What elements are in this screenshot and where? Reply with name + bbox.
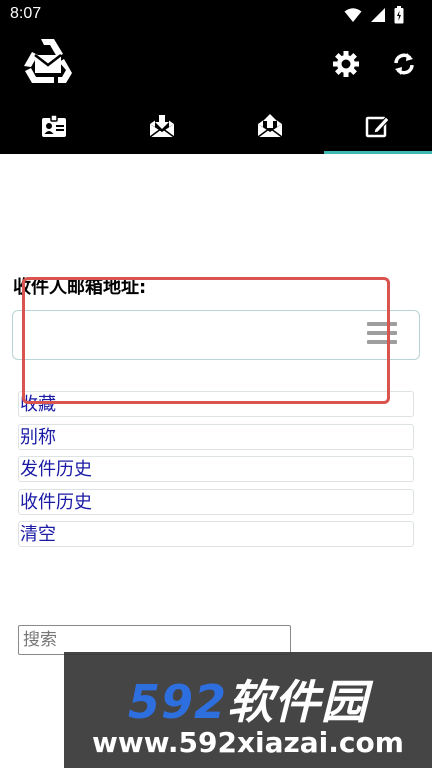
tab-compose[interactable]	[324, 98, 432, 154]
mail-inbox-icon	[149, 115, 175, 138]
settings-button[interactable]	[328, 46, 364, 82]
status-bar: 8:07	[0, 0, 432, 30]
mail-outbox-icon	[257, 114, 283, 138]
option-alias[interactable]: 别称	[18, 423, 414, 450]
refresh-icon	[394, 53, 414, 75]
battery-icon	[394, 6, 404, 24]
watermark-url: www.592xiazai.com	[92, 726, 404, 759]
contact-card-icon	[42, 114, 66, 137]
status-icons	[344, 6, 404, 24]
app-bar	[0, 30, 432, 98]
signal-icon	[371, 8, 385, 22]
wifi-icon	[344, 8, 362, 22]
option-received-history[interactable]: 收件历史	[18, 488, 414, 515]
recipient-label: 收件人邮箱地址:	[13, 277, 147, 298]
option-favorites[interactable]: 收藏	[18, 391, 414, 417]
recipient-options: 收藏 别称 发件历史 收件历史 清空	[18, 391, 414, 554]
menu-icon[interactable]	[367, 322, 397, 348]
option-clear[interactable]: 清空	[18, 521, 414, 547]
tab-contacts[interactable]	[0, 98, 108, 154]
tab-outbox[interactable]	[216, 98, 324, 154]
recipient-input[interactable]	[12, 310, 420, 360]
compose-icon	[365, 116, 390, 138]
tab-bar	[0, 98, 432, 154]
watermark-brand: 软件园	[227, 675, 369, 729]
search-input[interactable]	[18, 625, 291, 655]
watermark: 592软件园 www.592xiazai.com	[64, 652, 432, 768]
watermark-number: 592	[127, 675, 228, 729]
option-sent-history[interactable]: 发件历史	[18, 456, 414, 482]
status-time: 8:07	[10, 5, 42, 22]
recycle-mail-logo	[20, 36, 76, 88]
tab-inbox[interactable]	[108, 98, 216, 154]
refresh-button[interactable]	[386, 46, 422, 82]
watermark-title: 592软件园	[64, 666, 432, 732]
gear-icon	[333, 51, 359, 77]
